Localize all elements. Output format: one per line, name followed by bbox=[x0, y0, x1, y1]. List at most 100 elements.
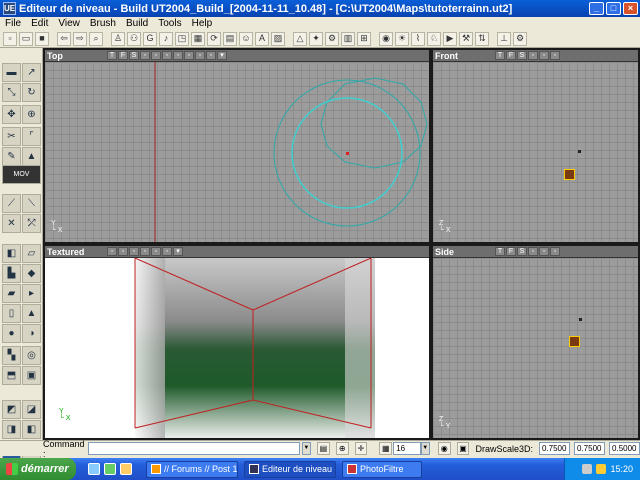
viewport-top-mode-t[interactable]: T bbox=[107, 51, 117, 60]
view-options-icon[interactable]: ▾ bbox=[217, 51, 227, 60]
viewport-side-grid[interactable]: Z └ Y bbox=[433, 258, 638, 438]
view-wire-icon[interactable]: ◦ bbox=[140, 51, 150, 60]
close-button[interactable]: × bbox=[623, 2, 638, 15]
messenger-launch-icon[interactable] bbox=[104, 463, 116, 475]
build-geometry-icon[interactable]: △ bbox=[293, 31, 307, 46]
view-depth-icon[interactable]: ◦ bbox=[206, 51, 216, 60]
camera-icon[interactable]: ◉ bbox=[379, 31, 393, 46]
animation-browser-icon[interactable]: ☺ bbox=[239, 31, 253, 46]
view-lit-icon[interactable]: ◦ bbox=[173, 51, 183, 60]
path-icon[interactable]: ⌇ bbox=[411, 31, 425, 46]
drag-snap-icon[interactable]: ▣ bbox=[456, 442, 470, 455]
grid-size-select[interactable]: 16 bbox=[393, 442, 421, 455]
intersect-brush-icon[interactable]: ◨ bbox=[2, 420, 21, 439]
view-zone-icon[interactable]: ◦ bbox=[539, 51, 549, 60]
add-brush-icon[interactable]: ◩ bbox=[2, 400, 21, 419]
maximize-button[interactable]: □ bbox=[606, 2, 621, 15]
build-paths-icon[interactable]: ⚙ bbox=[325, 31, 339, 46]
viewport-side[interactable]: Side T F S ◦ ◦ ◦ Z └ Y bbox=[431, 244, 640, 440]
menu-help[interactable]: Help bbox=[187, 18, 218, 29]
find-icon[interactable]: ⌕ bbox=[89, 31, 103, 46]
build-options-icon[interactable]: ▥ bbox=[341, 31, 355, 46]
build-all-icon[interactable]: ⊞ bbox=[357, 31, 371, 46]
terrain-brush-icon[interactable]: ▚ bbox=[2, 346, 21, 365]
lathe-brush-icon[interactable]: ◑ bbox=[22, 324, 41, 343]
sound-browser-icon[interactable]: ♪ bbox=[159, 31, 173, 46]
terrain-edit-icon[interactable]: ✎ bbox=[2, 147, 21, 166]
group-browser-icon[interactable]: ⚇ bbox=[127, 31, 141, 46]
cylinder-brush-icon[interactable]: ▯ bbox=[2, 304, 21, 323]
view-options-icon[interactable]: ▾ bbox=[173, 247, 183, 256]
drawscale-y-input[interactable]: 0.7500 bbox=[574, 442, 606, 455]
view-texture-icon[interactable]: ◦ bbox=[550, 247, 560, 256]
viewport-side-mode-t[interactable]: T bbox=[495, 247, 505, 256]
view-wire-icon[interactable]: ◦ bbox=[528, 247, 538, 256]
grid-dropdown-icon[interactable]: ▼ bbox=[420, 442, 430, 455]
viewport-front-mode-t[interactable]: T bbox=[495, 51, 505, 60]
textured-3d-view[interactable]: Y └ X bbox=[45, 258, 429, 438]
texture-pan-icon[interactable]: ⊕ bbox=[22, 105, 41, 124]
menu-build[interactable]: Build bbox=[121, 18, 153, 29]
switch-icon[interactable]: ⇅ bbox=[475, 31, 489, 46]
view-light-icon[interactable]: ◦ bbox=[184, 51, 194, 60]
viewport-side-mode-f[interactable]: F bbox=[506, 247, 516, 256]
grid-icon[interactable]: ▦ bbox=[379, 442, 393, 455]
viewport-front-mode-s[interactable]: S bbox=[517, 51, 527, 60]
view-zone-icon[interactable]: ◦ bbox=[151, 51, 161, 60]
command-dropdown-icon[interactable]: ▼ bbox=[301, 442, 311, 455]
browser-launch-icon[interactable] bbox=[88, 463, 100, 475]
viewport-front-mode-f[interactable]: F bbox=[506, 51, 516, 60]
view-zone-icon[interactable]: ◦ bbox=[539, 247, 549, 256]
volumetric-brush-icon[interactable]: ⬒ bbox=[2, 366, 21, 385]
stair-brush-icon[interactable]: ▙ bbox=[2, 264, 21, 283]
player-start-icon[interactable]: ⊥ bbox=[497, 31, 511, 46]
loft-brush-icon[interactable]: ▣ bbox=[22, 366, 41, 385]
code-icon[interactable]: A bbox=[255, 31, 269, 46]
log-window-icon[interactable]: ▤ bbox=[316, 442, 330, 455]
view-lit-icon[interactable]: ◦ bbox=[140, 247, 150, 256]
desktop-launch-icon[interactable] bbox=[120, 463, 132, 475]
deintersect-brush-icon[interactable]: ◧ bbox=[22, 420, 41, 439]
rotation-snap-icon[interactable]: ◉ bbox=[437, 442, 451, 455]
clock[interactable]: 15:20 bbox=[610, 464, 633, 474]
view-unlit-icon[interactable]: ◦ bbox=[162, 247, 172, 256]
static-mesh-browser-icon[interactable]: ▤ bbox=[223, 31, 237, 46]
viewport-front-grid[interactable]: Z └ X bbox=[433, 62, 638, 242]
mesh-browser-icon[interactable]: ▦ bbox=[191, 31, 205, 46]
minimize-button[interactable]: _ bbox=[589, 2, 604, 15]
task-level-editor[interactable]: Editeur de niveau - B... bbox=[244, 460, 336, 478]
settings-icon[interactable]: ⚙ bbox=[513, 31, 527, 46]
curved-stair-brush-icon[interactable]: ▰ bbox=[2, 284, 21, 303]
spiral-stair-brush-icon[interactable]: ◆ bbox=[22, 264, 41, 283]
actor-pivot-marker[interactable] bbox=[346, 152, 349, 155]
viewport-side-mode-s[interactable]: S bbox=[517, 247, 527, 256]
network-tray-icon[interactable] bbox=[582, 464, 593, 474]
menu-edit[interactable]: Edit bbox=[26, 18, 53, 29]
view-unlit-icon[interactable]: ◦ bbox=[195, 51, 205, 60]
player-start-icon[interactable] bbox=[564, 169, 575, 180]
open-icon[interactable]: ▭ bbox=[19, 31, 33, 46]
actor-dot[interactable] bbox=[579, 318, 582, 321]
terrain-icon[interactable]: ▨ bbox=[271, 31, 285, 46]
tools-icon[interactable]: ⚒ bbox=[459, 31, 473, 46]
viewport-top-mode-f[interactable]: F bbox=[118, 51, 128, 60]
volume-tray-icon[interactable] bbox=[596, 464, 607, 474]
viewport-top-mode-s[interactable]: S bbox=[129, 51, 139, 60]
actor-browser-icon[interactable]: ♙ bbox=[111, 31, 125, 46]
menu-view[interactable]: View bbox=[53, 18, 85, 29]
flip-icon[interactable]: ⤱ bbox=[22, 214, 41, 233]
pawn-icon[interactable]: ♘ bbox=[427, 31, 441, 46]
window-titlebar[interactable]: UE Editeur de niveau - Build UT2004_Buil… bbox=[0, 0, 640, 17]
cone-brush-icon[interactable]: ▲ bbox=[22, 304, 41, 323]
texture-browser-icon[interactable]: ◳ bbox=[175, 31, 189, 46]
view-wire-icon[interactable]: ◦ bbox=[107, 247, 117, 256]
split-icon[interactable]: ✕ bbox=[2, 214, 21, 233]
matinee-icon[interactable]: ▲ bbox=[22, 147, 41, 166]
viewport-top[interactable]: Top T F S ◦ ◦ ◦ ◦ ◦ ◦ ◦ ▾ Y └ X bbox=[43, 48, 431, 244]
cube-brush-icon[interactable]: ◧ bbox=[2, 244, 21, 263]
view-texture-icon[interactable]: ◦ bbox=[162, 51, 172, 60]
task-photofiltre[interactable]: PhotoFiltre bbox=[342, 460, 422, 478]
viewport-textured[interactable]: Textured ◦ ◦ ◦ ◦ ◦ ◦ ▾ Y └ X bbox=[43, 244, 431, 440]
prefab-browser-icon[interactable]: ⟳ bbox=[207, 31, 221, 46]
build-lighting-icon[interactable]: ✦ bbox=[309, 31, 323, 46]
